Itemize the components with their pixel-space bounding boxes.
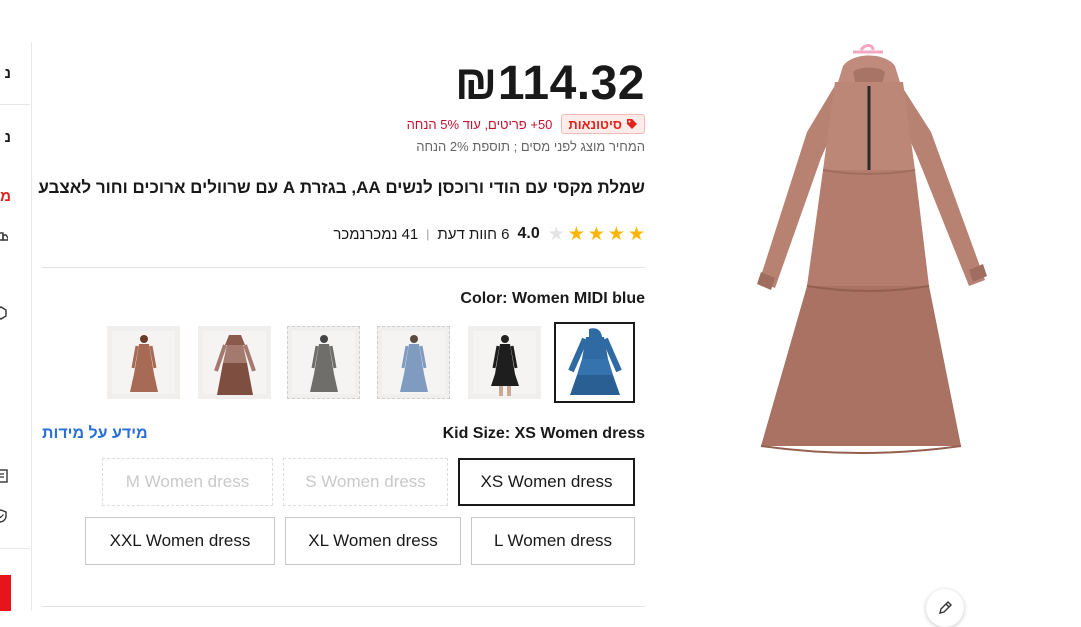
size-option-xxl[interactable]: XXL Women dress [85,517,275,565]
rating-score: 4.0 [517,225,540,242]
size-guide-link[interactable]: מידע על מידות [42,425,148,443]
sidebar-item-2[interactable]: נ [5,129,11,146]
color-label: Color: Women MIDI blue [460,290,645,307]
size-option-l[interactable]: L Women dress [471,517,635,565]
star-icon: ★ [607,223,625,245]
dress-thumbnail [399,335,428,392]
receipt-icon [0,469,8,483]
size-option-xs[interactable]: XS Women dress [458,458,635,506]
dress-thumbnail [129,335,158,392]
edit-image-button[interactable] [926,589,964,627]
sidebar-item-3[interactable]: מ [0,188,11,205]
wholesale-badge-label: סיטונאות [568,116,622,132]
rating-separator: | [426,227,430,241]
color-swatches [107,322,635,403]
sidebar-red-button[interactable] [0,575,11,611]
sold-count: 41 נמכרנמכר [333,225,419,243]
wholesale-discount-text: 50+ פריטים, עוד 5% הנחה [406,116,553,132]
sidebar-divider [0,104,30,105]
color-swatch-blue-selected[interactable] [554,322,635,403]
color-swatch-brown-tiered[interactable] [198,326,271,399]
dress-thumbnail [309,335,338,392]
section-divider [42,267,645,268]
left-sidebar: נ נ מ [0,42,32,611]
size-option-s[interactable]: S Women dress [283,458,448,506]
reviews-count[interactable]: 6 חוות דעת [437,226,509,243]
rating-row: ★ ★ ★ ★ ★ 4.0 6 חוות דעת | 41 נמכרנמכר [333,224,645,244]
star-icon: ★ [627,223,645,245]
dress-thumbnail [568,328,622,395]
rating-stars: ★ ★ ★ ★ ★ [548,225,645,244]
sidebar-item-1[interactable]: נ [5,65,11,82]
dress-thumbnail [490,335,519,396]
color-swatch-light-blue[interactable] [377,326,450,399]
dress-thumbnail [213,335,256,395]
color-swatch-brown[interactable] [107,326,180,399]
shield-icon [0,509,7,523]
size-option-m[interactable]: M Women dress [102,458,273,506]
return-icon [0,306,7,320]
size-option-xl[interactable]: XL Women dress [285,517,461,565]
shipping-icon [0,232,8,241]
sidebar-divider [0,548,30,549]
star-icon: ★ [567,223,585,245]
pencil-icon [939,601,952,614]
tax-note: המחיר מוצג לפני מסים ; תוספת 2% הנחה [416,139,645,154]
star-icon: ★ [587,223,605,245]
tag-icon [627,119,637,129]
size-label: Kid Size: XS Women dress [442,425,645,442]
section-divider [42,606,645,607]
wholesale-badge: סיטונאות [561,114,645,134]
color-swatch-gray[interactable] [287,326,360,399]
promo-row: סיטונאות 50+ פריטים, עוד 5% הנחה [407,114,645,134]
product-main-image[interactable] [745,42,990,472]
star-empty-icon: ★ [547,223,565,245]
product-title: שמלת מקסי עם הודי ורוכסן לנשים AA, בגזרת… [38,178,645,197]
product-price: ₪114.32 [454,57,645,110]
color-swatch-black[interactable] [468,326,541,399]
